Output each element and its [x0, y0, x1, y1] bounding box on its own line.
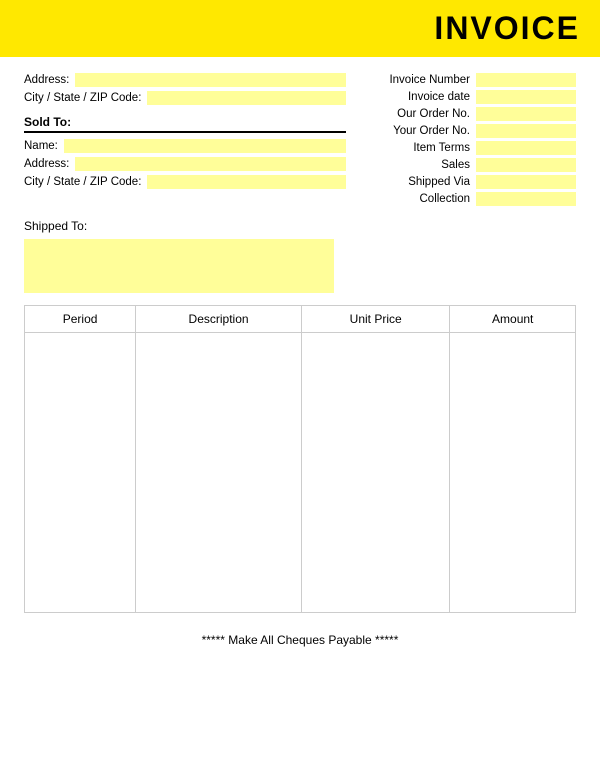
invoice-date-row: Invoice date: [356, 90, 576, 104]
sold-to-section: Sold To: Name: Address: City / State / Z…: [24, 115, 346, 189]
city-row: City / State / ZIP Code:: [24, 91, 346, 105]
collection-label: Collection: [356, 193, 470, 205]
invoice-date-label: Invoice date: [356, 91, 470, 103]
your-order-input[interactable]: [476, 124, 576, 138]
col-description: Description: [136, 306, 302, 333]
invoice-number-row: Invoice Number: [356, 73, 576, 87]
invoice-table: Period Description Unit Price Amount: [24, 305, 576, 613]
right-column: Invoice Number Invoice date Our Order No…: [356, 73, 576, 209]
sold-to-label: Sold To:: [24, 115, 346, 133]
our-order-label: Our Order No.: [356, 108, 470, 120]
invoice-number-label: Invoice Number: [356, 74, 470, 86]
sold-city-label: City / State / ZIP Code:: [24, 176, 141, 188]
footer-text: ***** Make All Cheques Payable *****: [202, 633, 399, 647]
item-terms-row: Item Terms: [356, 141, 576, 155]
sold-name-label: Name:: [24, 140, 58, 152]
your-order-label: Your Order No.: [356, 125, 470, 137]
shipped-via-row: Shipped Via: [356, 175, 576, 189]
table-header-row: Period Description Unit Price Amount: [25, 306, 576, 333]
footer: ***** Make All Cheques Payable *****: [24, 627, 576, 653]
main-content: Address: City / State / ZIP Code: Sold T…: [0, 57, 600, 669]
left-column: Address: City / State / ZIP Code: Sold T…: [24, 73, 346, 209]
shipped-to-section: Shipped To:: [24, 219, 576, 293]
shipped-via-label: Shipped Via: [356, 176, 470, 188]
sold-city-input[interactable]: [147, 175, 346, 189]
your-order-row: Your Order No.: [356, 124, 576, 138]
sales-input[interactable]: [476, 158, 576, 172]
shipped-via-input[interactable]: [476, 175, 576, 189]
collection-row: Collection: [356, 192, 576, 206]
sold-address-label: Address:: [24, 158, 69, 170]
item-terms-input[interactable]: [476, 141, 576, 155]
amount-cell[interactable]: [450, 333, 576, 613]
sales-row: Sales: [356, 158, 576, 172]
sold-address-row: Address:: [24, 157, 346, 171]
item-terms-label: Item Terms: [356, 142, 470, 154]
table-row: [25, 333, 576, 613]
address-label: Address:: [24, 74, 69, 86]
our-order-input[interactable]: [476, 107, 576, 121]
our-order-row: Our Order No.: [356, 107, 576, 121]
collection-input[interactable]: [476, 192, 576, 206]
top-section: Address: City / State / ZIP Code: Sold T…: [24, 73, 576, 209]
unit-price-cell[interactable]: [301, 333, 449, 613]
invoice-date-input[interactable]: [476, 90, 576, 104]
col-unit-price: Unit Price: [301, 306, 449, 333]
col-period: Period: [25, 306, 136, 333]
city-label: City / State / ZIP Code:: [24, 92, 141, 104]
city-input[interactable]: [147, 91, 346, 105]
invoice-number-input[interactable]: [476, 73, 576, 87]
invoice-header: INVOICE: [0, 0, 600, 57]
sold-name-row: Name:: [24, 139, 346, 153]
period-cell[interactable]: [25, 333, 136, 613]
address-input[interactable]: [75, 73, 346, 87]
shipped-to-label: Shipped To:: [24, 219, 576, 233]
sold-name-input[interactable]: [64, 139, 346, 153]
col-amount: Amount: [450, 306, 576, 333]
sold-address-input[interactable]: [75, 157, 346, 171]
sold-city-row: City / State / ZIP Code:: [24, 175, 346, 189]
sales-label: Sales: [356, 159, 470, 171]
shipped-to-input[interactable]: [24, 239, 334, 293]
address-row: Address:: [24, 73, 346, 87]
description-cell[interactable]: [136, 333, 302, 613]
invoice-title: INVOICE: [0, 10, 580, 47]
